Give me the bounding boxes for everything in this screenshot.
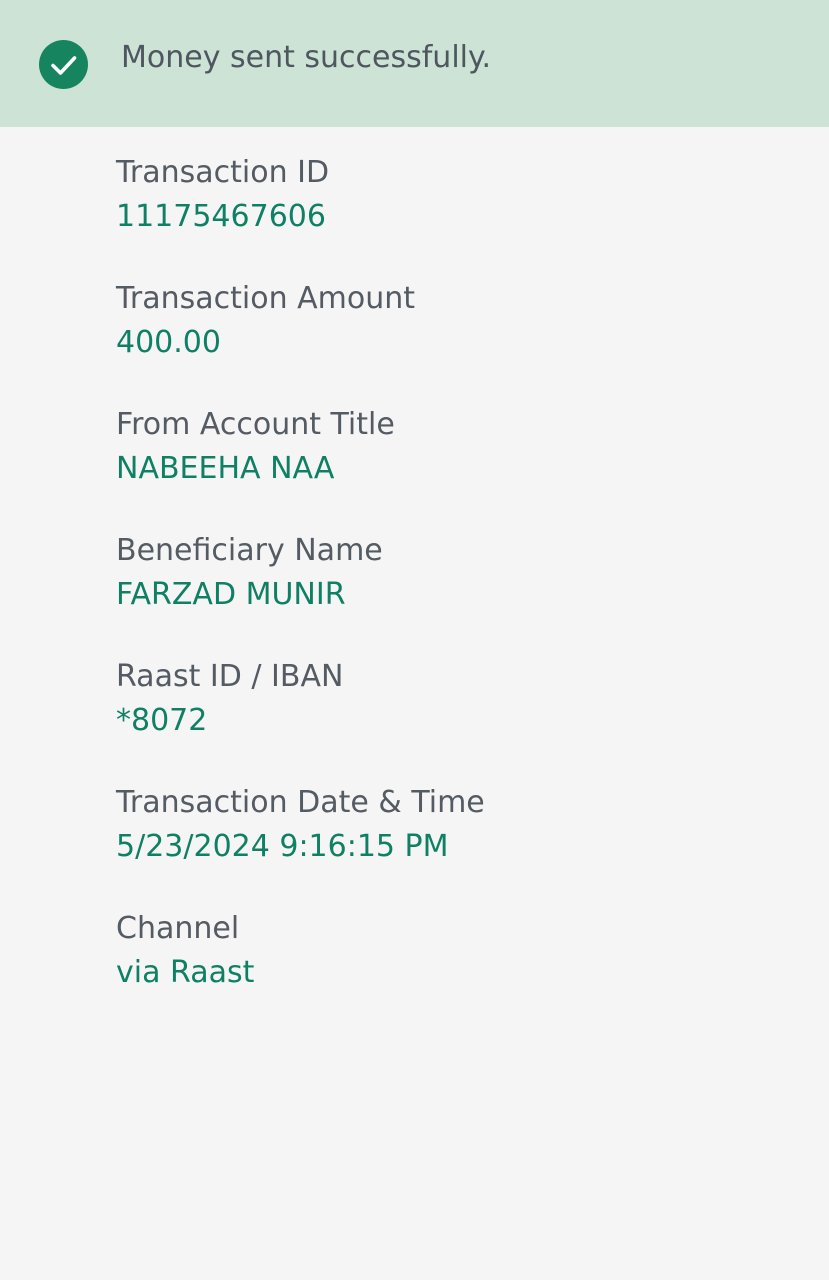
field-transaction-amount: Transaction Amount 400.00 <box>116 277 796 403</box>
field-label: Raast ID / IBAN <box>116 659 344 694</box>
field-label: Transaction ID <box>116 155 330 190</box>
raast-id-iban-value: *8072 <box>116 703 208 738</box>
transaction-details: Transaction ID 11175467606 Transaction A… <box>116 151 796 1033</box>
field-label: Transaction Amount <box>116 281 416 316</box>
field-label: Beneficiary Name <box>116 533 383 568</box>
field-channel: Channel via Raast <box>116 907 796 1033</box>
field-transaction-id: Transaction ID 11175467606 <box>116 151 796 277</box>
field-transaction-date-time: Transaction Date & Time 5/23/2024 9:16:1… <box>116 781 796 907</box>
field-beneficiary-name: Beneficiary Name FARZAD MUNIR <box>116 529 796 655</box>
transaction-id-value: 11175467606 <box>116 199 326 234</box>
success-banner: Money sent successfully. <box>0 0 829 127</box>
field-label: Transaction Date & Time <box>116 785 485 820</box>
success-message: Money sent successfully. <box>121 40 492 75</box>
from-account-title-value: NABEEHA NAA <box>116 451 335 486</box>
field-from-account-title: From Account Title NABEEHA NAA <box>116 403 796 529</box>
channel-value: via Raast <box>116 955 255 990</box>
field-label: Channel <box>116 911 240 946</box>
field-raast-id-iban: Raast ID / IBAN *8072 <box>116 655 796 781</box>
transaction-date-time-value: 5/23/2024 9:16:15 PM <box>116 829 449 864</box>
beneficiary-name-value: FARZAD MUNIR <box>116 577 346 612</box>
field-label: From Account Title <box>116 407 395 442</box>
check-circle-icon <box>39 40 88 89</box>
transaction-amount-value: 400.00 <box>116 325 221 360</box>
